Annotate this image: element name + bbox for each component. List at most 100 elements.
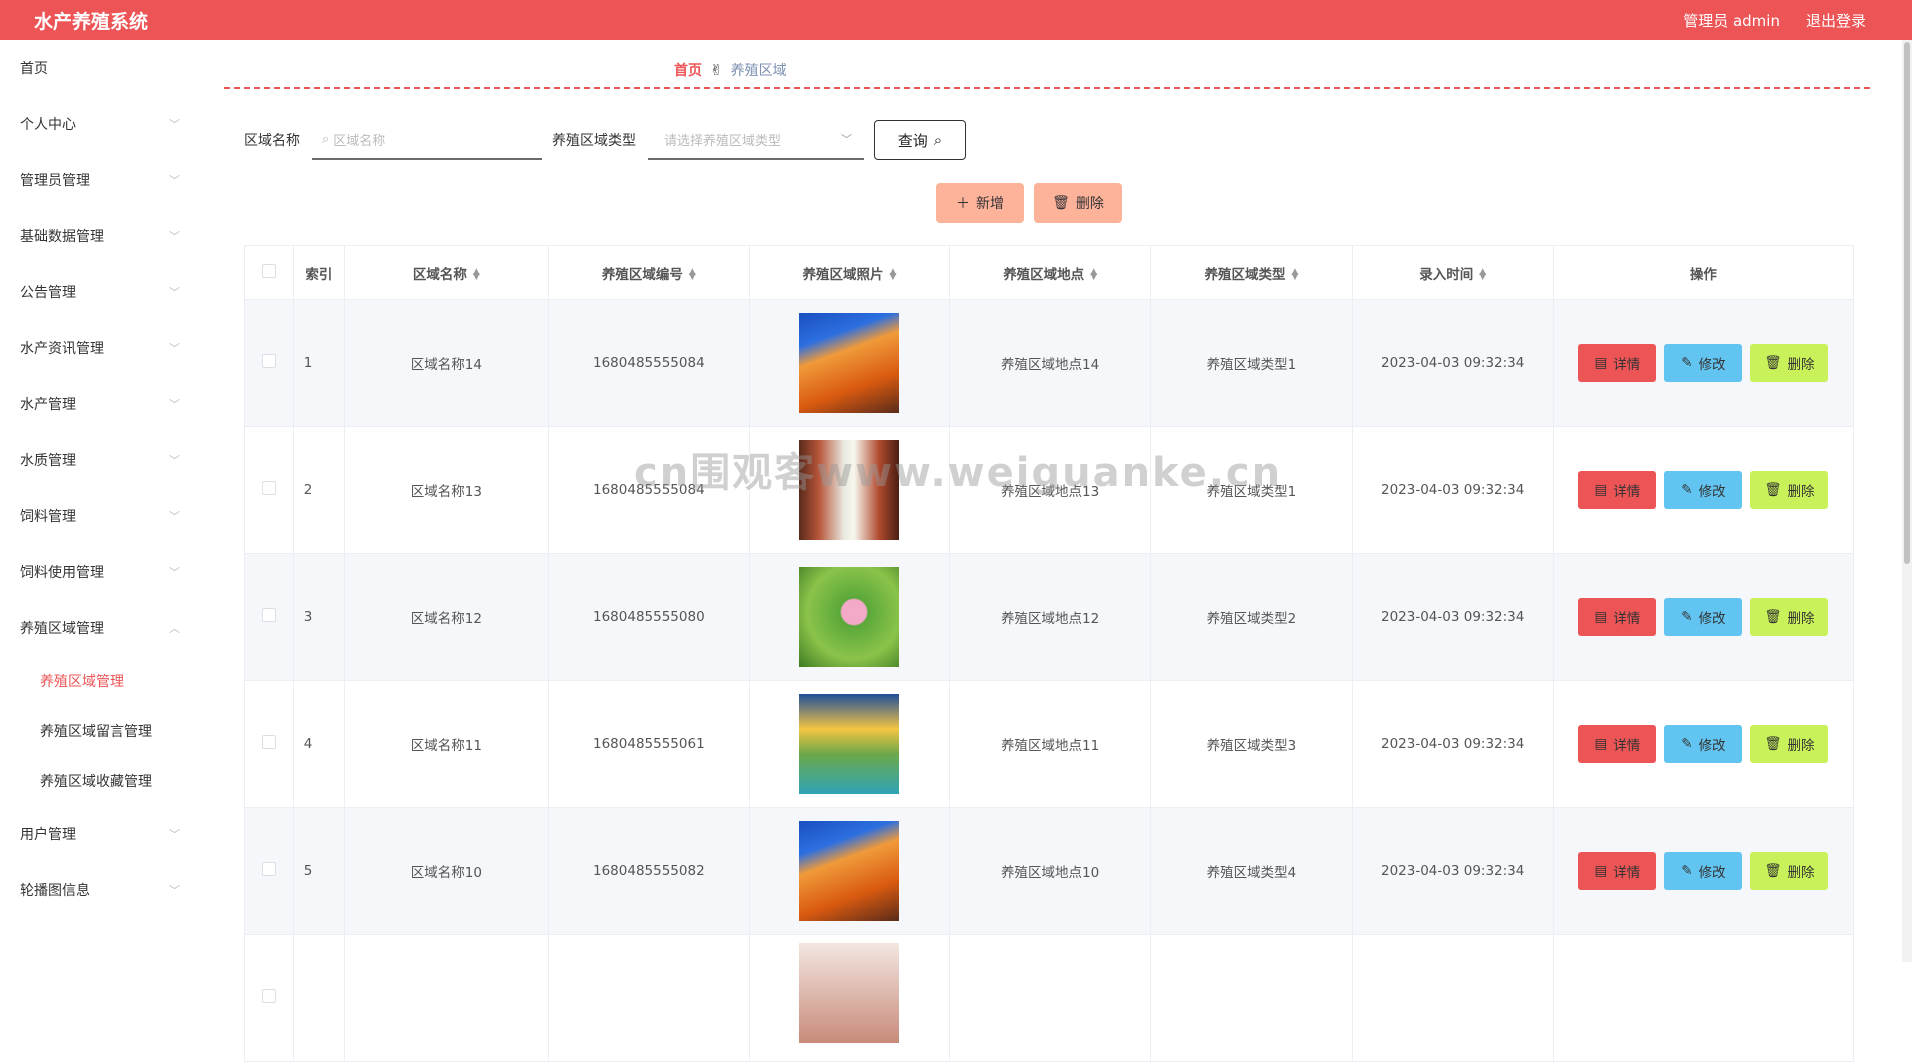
- trash-icon: 🗑: [1764, 609, 1782, 625]
- detail-button[interactable]: ▤ 详情: [1578, 471, 1657, 509]
- current-user[interactable]: 管理员 admin: [1683, 10, 1780, 31]
- row-checkbox[interactable]: [261, 481, 276, 495]
- row-index: 3: [292, 553, 346, 681]
- area-photo[interactable]: [799, 943, 900, 1043]
- row-location: 养殖区域地点13: [949, 426, 1152, 554]
- row-time: 2023-04-03 09:32:34: [1351, 426, 1554, 554]
- add-button[interactable]: ＋ 新增: [936, 183, 1024, 223]
- top-bar: 水产养殖系统 管理员 admin 退出登录: [0, 0, 1912, 40]
- sidebar-item-news[interactable]: 水产资讯管理 ﹀: [0, 320, 196, 376]
- detail-button[interactable]: ▤ 详情: [1578, 344, 1657, 382]
- sort-icon[interactable]: ▲ ▼: [1479, 267, 1486, 281]
- row-location: 养殖区域地点12: [949, 553, 1152, 681]
- row-checkbox[interactable]: [261, 608, 276, 622]
- sidebar-item-notice[interactable]: 公告管理 ﹀: [0, 264, 196, 320]
- trash-icon: 🗑: [1764, 736, 1782, 752]
- sidebar-item-carousel[interactable]: 轮播图信息 ﹀: [0, 862, 196, 918]
- scrollbar-thumb[interactable]: [1904, 42, 1910, 564]
- col-code[interactable]: 养殖区域编号 ▲ ▼: [547, 245, 750, 300]
- sort-icon[interactable]: ▲ ▼: [1090, 267, 1097, 281]
- col-time[interactable]: 录入时间 ▲ ▼: [1351, 245, 1554, 300]
- col-photo[interactable]: 养殖区域照片 ▲ ▼: [748, 245, 951, 300]
- delete-button[interactable]: 🗑 删除: [1750, 471, 1829, 509]
- detail-button[interactable]: ▤ 详情: [1578, 598, 1657, 636]
- trash-icon: 🗑: [1764, 482, 1782, 498]
- area-type-select[interactable]: 请选择养殖区域类型 ﹀: [648, 120, 864, 160]
- sidebar-item-area[interactable]: 养殖区域管理 ︿: [0, 600, 196, 656]
- area-type-placeholder: 请选择养殖区域类型: [664, 133, 782, 149]
- select-all-checkbox[interactable]: [261, 263, 276, 278]
- edit-button[interactable]: ✎ 修改: [1664, 852, 1743, 890]
- area-photo[interactable]: [799, 821, 900, 921]
- sort-icon[interactable]: ▲ ▼: [689, 267, 696, 281]
- chevron-down-icon: ﹀: [169, 230, 180, 243]
- area-photo[interactable]: [799, 440, 900, 540]
- sidebar-item-base-data[interactable]: 基础数据管理 ﹀: [0, 208, 196, 264]
- row-checkbox[interactable]: [261, 989, 276, 1003]
- batch-delete-button[interactable]: 🗑 删除: [1034, 183, 1122, 223]
- area-photo[interactable]: [799, 567, 900, 667]
- edit-button[interactable]: ✎ 修改: [1664, 598, 1743, 636]
- sort-icon[interactable]: ▲ ▼: [1291, 267, 1298, 281]
- pencil-icon: ✎: [1681, 482, 1693, 498]
- data-table: 索引 区域名称 ▲ ▼ 养殖区域编号 ▲ ▼ 养殖区域照片 ▲ ▼ 养殖区域地点 ▲ ▼ 养殖区…: [244, 245, 1855, 1062]
- delete-button[interactable]: 🗑 删除: [1750, 852, 1829, 890]
- row-name: 区域名称14: [344, 299, 549, 427]
- edit-button[interactable]: ✎ 修改: [1664, 344, 1743, 382]
- row-name: 区域名称11: [344, 680, 549, 808]
- col-type[interactable]: 养殖区域类型 ▲ ▼: [1150, 245, 1353, 300]
- trash-icon: 🗑: [1764, 863, 1782, 879]
- table-row: 3 区域名称12 1680485555080 养殖区域地点12 养殖区域类型2 …: [244, 553, 1855, 681]
- row-location: 养殖区域地点11: [949, 680, 1152, 808]
- delete-button[interactable]: 🗑 删除: [1750, 344, 1829, 382]
- row-code: 1680485555084: [547, 426, 750, 554]
- sidebar-item-user[interactable]: 用户管理 ﹀: [0, 806, 196, 862]
- sort-icon[interactable]: ▲ ▼: [890, 267, 897, 281]
- area-photo[interactable]: [799, 694, 900, 794]
- main-content: 首页 ✌ 养殖区域 区域名称 ⌕ 区域名称 养殖区域类型 请选择养殖区域类型 ﹀…: [196, 40, 1896, 1062]
- sidebar-item-feed-usage[interactable]: 饲料使用管理 ﹀: [0, 544, 196, 600]
- delete-button[interactable]: 🗑 删除: [1750, 725, 1829, 763]
- edit-button[interactable]: ✎ 修改: [1664, 471, 1743, 509]
- chevron-down-icon: ﹀: [169, 884, 180, 897]
- chevron-down-icon: ﹀: [169, 342, 180, 355]
- sidebar-subitem-area-message[interactable]: 养殖区域留言管理: [0, 706, 196, 756]
- col-name[interactable]: 区域名称 ▲ ▼: [344, 245, 549, 300]
- row-type: 养殖区域类型1: [1150, 299, 1353, 427]
- logout-link[interactable]: 退出登录: [1806, 10, 1866, 31]
- table-row: 1 区域名称14 1680485555084 养殖区域地点14 养殖区域类型1 …: [244, 299, 1855, 427]
- sidebar-item-water-quality[interactable]: 水质管理 ﹀: [0, 432, 196, 488]
- row-time: 2023-04-03 09:32:34: [1351, 680, 1554, 808]
- delete-button[interactable]: 🗑 删除: [1750, 598, 1829, 636]
- chevron-down-icon: ﹀: [169, 510, 180, 523]
- row-type: 养殖区域类型3: [1150, 680, 1353, 808]
- row-checkbox[interactable]: [261, 735, 276, 749]
- area-name-input[interactable]: ⌕ 区域名称: [312, 120, 542, 160]
- row-checkbox[interactable]: [261, 862, 276, 876]
- detail-button[interactable]: ▤ 详情: [1578, 725, 1657, 763]
- sidebar-item-admin[interactable]: 管理员管理 ﹀: [0, 152, 196, 208]
- sidebar-subitem-area-favorite[interactable]: 养殖区域收藏管理: [0, 756, 196, 806]
- sidebar-item-aquatic[interactable]: 水产管理 ﹀: [0, 376, 196, 432]
- sidebar-item-home[interactable]: 首页: [0, 40, 196, 96]
- row-code: 1680485555082: [547, 807, 750, 935]
- detail-button[interactable]: ▤ 详情: [1578, 852, 1657, 890]
- app-title: 水产养殖系统: [34, 10, 149, 33]
- toolbar: ＋ 新增 🗑 删除: [936, 183, 1122, 223]
- col-location[interactable]: 养殖区域地点 ▲ ▼: [949, 245, 1152, 300]
- sidebar-item-feed[interactable]: 饲料管理 ﹀: [0, 488, 196, 544]
- search-icon: ⌕: [322, 131, 330, 147]
- row-checkbox[interactable]: [261, 354, 276, 368]
- edit-button[interactable]: ✎ 修改: [1664, 725, 1743, 763]
- breadcrumb-current: 养殖区域: [730, 63, 787, 79]
- sidebar-subitem-area-manage[interactable]: 养殖区域管理: [0, 656, 196, 706]
- area-photo[interactable]: [799, 313, 900, 413]
- breadcrumb-home[interactable]: 首页: [674, 60, 702, 80]
- sort-icon[interactable]: ▲ ▼: [473, 267, 480, 281]
- trash-icon: 🗑: [1052, 195, 1070, 211]
- divider: [224, 87, 1870, 89]
- scrollbar[interactable]: [1902, 40, 1912, 962]
- row-index: 4: [292, 680, 346, 808]
- query-button[interactable]: 查询 ⌕: [874, 120, 966, 160]
- sidebar-item-profile[interactable]: 个人中心 ﹀: [0, 96, 196, 152]
